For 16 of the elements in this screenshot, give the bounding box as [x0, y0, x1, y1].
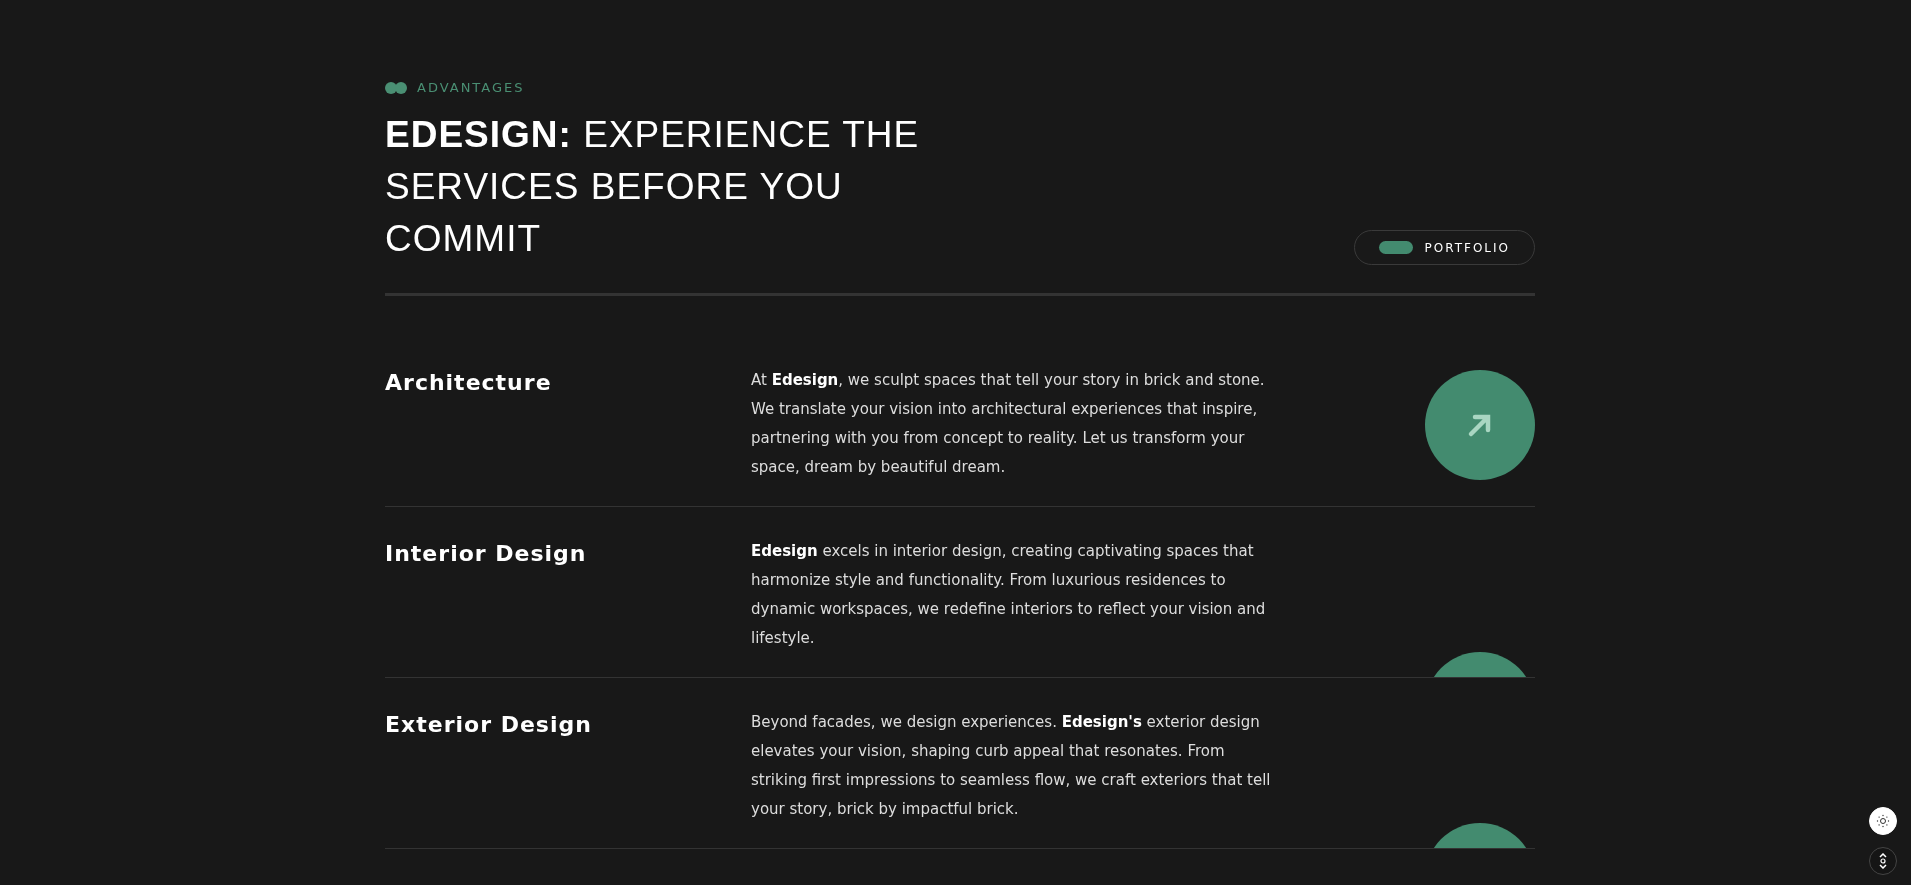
sun-icon — [1876, 814, 1890, 828]
up-down-icon — [1878, 853, 1888, 869]
section-label: ADVANTAGES — [417, 80, 525, 95]
theme-toggle-button[interactable] — [1869, 807, 1897, 835]
service-title: Architecture — [385, 369, 553, 397]
arrow-up-right-icon — [1467, 412, 1493, 438]
portfolio-button[interactable]: PORTFOLIO — [1353, 230, 1535, 265]
scroll-button[interactable] — [1869, 847, 1897, 875]
section-heading: EDESIGN: EXPERIENCE THE SERVICES BEFORE YOU COMMIT — [385, 113, 921, 261]
service-title: Interior Design — [385, 540, 588, 568]
pill-icon — [1378, 241, 1413, 254]
double-circle-icon — [385, 81, 409, 94]
service-description: Beyond facades, we design experiences. Edesign's exterior design elevates your vision, shaping curb appeal that resonates. From striking first impressions to seamless flow, we craft exteriors that tell your story, brick by impactful brick. — [751, 712, 1272, 820]
service-title: Exterior Design — [385, 711, 593, 739]
service-description: At Edesign, we sculpt spaces that tell your story in brick and stone. We translate your vision into architectural experiences that inspire, partnering with you from concept to reality. Let us transform your space, dream by beautiful dream. — [751, 370, 1266, 478]
service-description: Edesign excels in interior design, creating captivating spaces that harmonize style and functionality. From luxurious residences to dynamic workspaces, we redefine interiors to reflect your vision and lifestyle. — [751, 541, 1267, 649]
